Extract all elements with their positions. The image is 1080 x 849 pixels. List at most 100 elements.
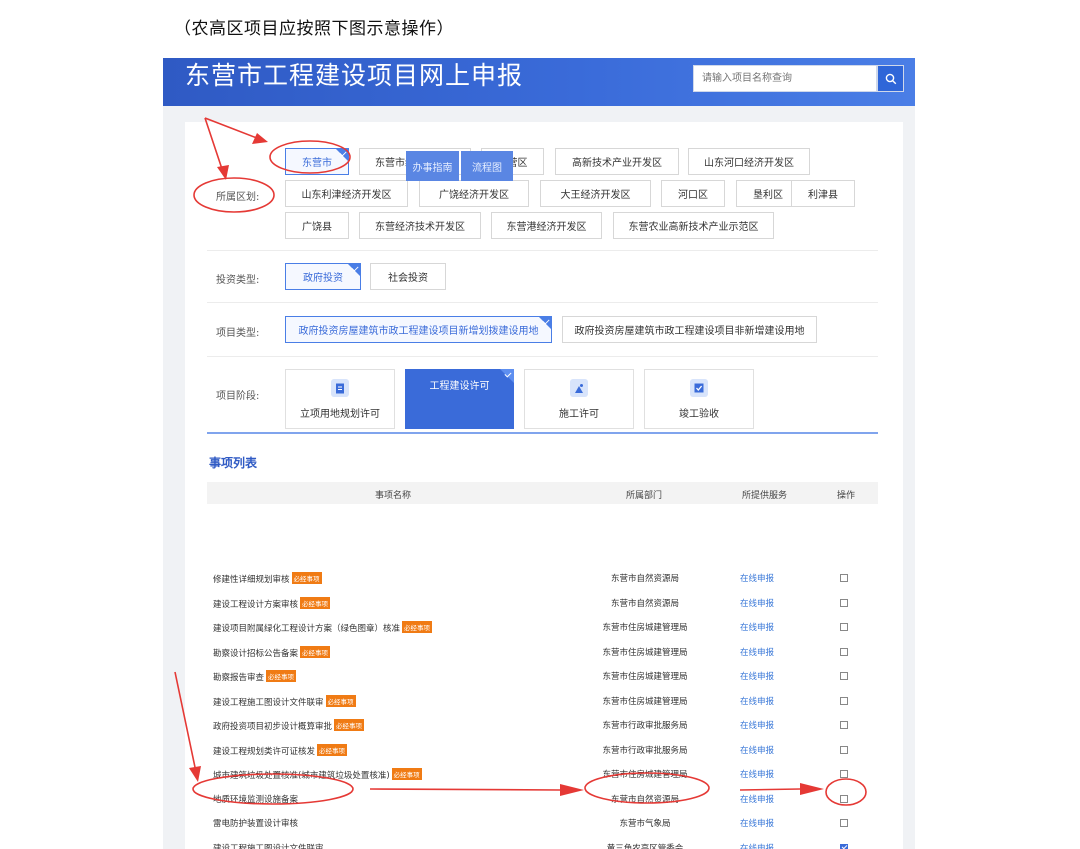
apply-online-link[interactable]: 在线申报: [740, 719, 774, 731]
district-option[interactable]: 利津县: [791, 180, 855, 207]
project-type-label: 项目类型:: [216, 328, 260, 339]
select-checkbox[interactable]: [840, 574, 848, 582]
district-option[interactable]: 河口区: [661, 180, 725, 207]
stage-card-active[interactable]: 工程建设许可: [405, 369, 514, 429]
apply-online-link[interactable]: 在线申报: [740, 621, 774, 633]
search-box[interactable]: [693, 65, 877, 92]
district-option[interactable]: 大王经济开发区: [540, 180, 651, 207]
stage-name: 竣工验收: [679, 409, 719, 420]
apply-online-link[interactable]: 在线申报: [740, 597, 774, 609]
item-name: 政府投资项目初步设计概算审批 必经事项: [213, 719, 365, 732]
select-checkbox[interactable]: [840, 623, 848, 631]
item-dept: 东营市住房城建管理局: [602, 623, 688, 633]
stage-label: 项目阶段:: [216, 391, 260, 402]
item-name: 城市建筑垃圾处置核准(城市建筑垃圾处置核准) 必经事项: [213, 768, 422, 781]
instruction-note: （农高区项目应按照下图示意操作）: [174, 19, 454, 39]
apply-online-link[interactable]: 在线申报: [740, 572, 774, 584]
stage-name: 立项用地规划许可: [300, 409, 380, 420]
apply-online-link[interactable]: 在线申报: [740, 646, 774, 658]
district-option[interactable]: 东营市: [285, 148, 349, 175]
item-name-text: 建设工程施工图设计文件联审: [213, 844, 324, 849]
item-name-text: 雷电防护装置设计审核: [213, 819, 299, 829]
district-option[interactable]: 东营农业高新技术产业示范区: [613, 212, 774, 239]
item-dept: 东营市气象局: [619, 819, 671, 829]
divider: [207, 356, 878, 357]
apply-online-link[interactable]: 在线申报: [740, 744, 774, 756]
section-divider: [207, 432, 878, 434]
required-badge: 必经事项: [317, 744, 348, 756]
district-option[interactable]: 东营经济技术开发区: [359, 212, 481, 239]
document-icon: [331, 379, 349, 397]
item-name: 勘察设计招标公告备案 必经事项: [213, 646, 331, 659]
district-option[interactable]: 山东利津经济开发区: [285, 180, 408, 207]
search-input[interactable]: [694, 66, 876, 91]
item-dept: 东营市住房城建管理局: [602, 697, 688, 707]
item-name-text: 修建性详细规划审核: [213, 575, 290, 585]
select-checkbox[interactable]: [840, 721, 848, 729]
select-checkbox[interactable]: [840, 819, 848, 827]
required-badge: 必经事项: [391, 768, 422, 780]
stage-card[interactable]: 竣工验收: [644, 369, 754, 429]
flowchart-button[interactable]: 流程图: [461, 151, 513, 181]
item-name-text: 建设工程规划类许可证核发: [213, 747, 316, 757]
project-type-option[interactable]: 政府投资房屋建筑市政工程建设项目非新增建设用地: [562, 316, 817, 343]
district-option[interactable]: 东营港经济开发区: [491, 212, 602, 239]
select-checkbox[interactable]: [840, 795, 848, 803]
item-dept: 东营市住房城建管理局: [602, 672, 688, 682]
apply-online-link[interactable]: 在线申报: [740, 817, 774, 829]
invest-option[interactable]: 政府投资: [285, 263, 361, 290]
apply-online-link[interactable]: 在线申报: [740, 695, 774, 707]
stage-name: 施工许可: [559, 409, 599, 420]
select-checkbox[interactable]: [840, 746, 848, 754]
item-dept: 东营市自然资源局: [610, 599, 679, 609]
apply-online-link[interactable]: 在线申报: [740, 793, 774, 805]
stage-card[interactable]: 立项用地规划许可: [285, 369, 395, 429]
list-title: 事项列表: [209, 456, 258, 470]
divider: [207, 302, 878, 303]
site-header: 东营市工程建设项目网上申报: [163, 58, 915, 106]
select-checkbox[interactable]: [840, 648, 848, 656]
district-label: 所属区划:: [216, 192, 260, 203]
guide-button[interactable]: 办事指南: [406, 151, 459, 181]
item-dept: 东营市自然资源局: [610, 574, 679, 584]
required-badge: 必经事项: [291, 572, 322, 584]
select-checkbox[interactable]: [840, 770, 848, 778]
filter-panel: 所属区划: 东营市 东营市综合保税区 东营区 高新技术产业开发区 山东河口经济开…: [185, 122, 903, 849]
stage-card[interactable]: 施工许可: [524, 369, 634, 429]
select-checkbox[interactable]: [840, 844, 848, 849]
district-option[interactable]: 高新技术产业开发区: [555, 148, 679, 175]
item-dept: 东营市住房城建管理局: [602, 770, 688, 780]
item-name-text: 建设工程施工图设计文件联审: [213, 698, 324, 708]
col-dept: 所属部门: [626, 491, 663, 501]
item-name: 地质环境监测设施备案: [213, 793, 298, 805]
search-button[interactable]: [877, 65, 904, 92]
item-name-text: 地质环境监测设施备案: [213, 795, 299, 805]
item-name-text: 勘察设计招标公告备案: [213, 649, 299, 659]
item-dept: 东营市住房城建管理局: [602, 648, 688, 658]
apply-online-link[interactable]: 在线申报: [740, 842, 774, 849]
project-type-option[interactable]: 政府投资房屋建筑市政工程建设项目新增划拨建设用地: [285, 316, 552, 343]
item-name: 建设工程施工图设计文件联审: [213, 842, 324, 849]
select-checkbox[interactable]: [840, 697, 848, 705]
select-checkbox[interactable]: [840, 672, 848, 680]
item-name-text: 建设工程设计方案审核: [213, 600, 299, 610]
required-badge: 必经事项: [402, 621, 433, 633]
district-option[interactable]: 广饶经济开发区: [419, 180, 529, 207]
item-name-text: 城市建筑垃圾处置核准(城市建筑垃圾处置核准): [213, 771, 390, 781]
required-badge: 必经事项: [325, 695, 356, 707]
item-dept: 东营市行政审批服务局: [602, 721, 688, 731]
table-header: 事项名称 所属部门 所提供服务 操作: [207, 482, 878, 504]
item-name: 建设工程设计方案审核 必经事项: [213, 597, 331, 610]
invest-option[interactable]: 社会投资: [370, 263, 446, 290]
item-name: 建设工程规划类许可证核发 必经事项: [213, 744, 348, 757]
required-badge: 必经事项: [300, 597, 331, 609]
apply-online-link[interactable]: 在线申报: [740, 670, 774, 682]
item-name: 修建性详细规划审核 必经事项: [213, 572, 322, 585]
item-dept: 黄三角农高区管委会: [606, 844, 684, 849]
select-checkbox[interactable]: [840, 599, 848, 607]
apply-online-link[interactable]: 在线申报: [740, 768, 774, 780]
district-option[interactable]: 山东河口经济开发区: [688, 148, 810, 175]
required-badge: 必经事项: [334, 719, 365, 731]
item-name-text: 政府投资项目初步设计概算审批: [213, 722, 333, 732]
district-option[interactable]: 广饶县: [285, 212, 349, 239]
